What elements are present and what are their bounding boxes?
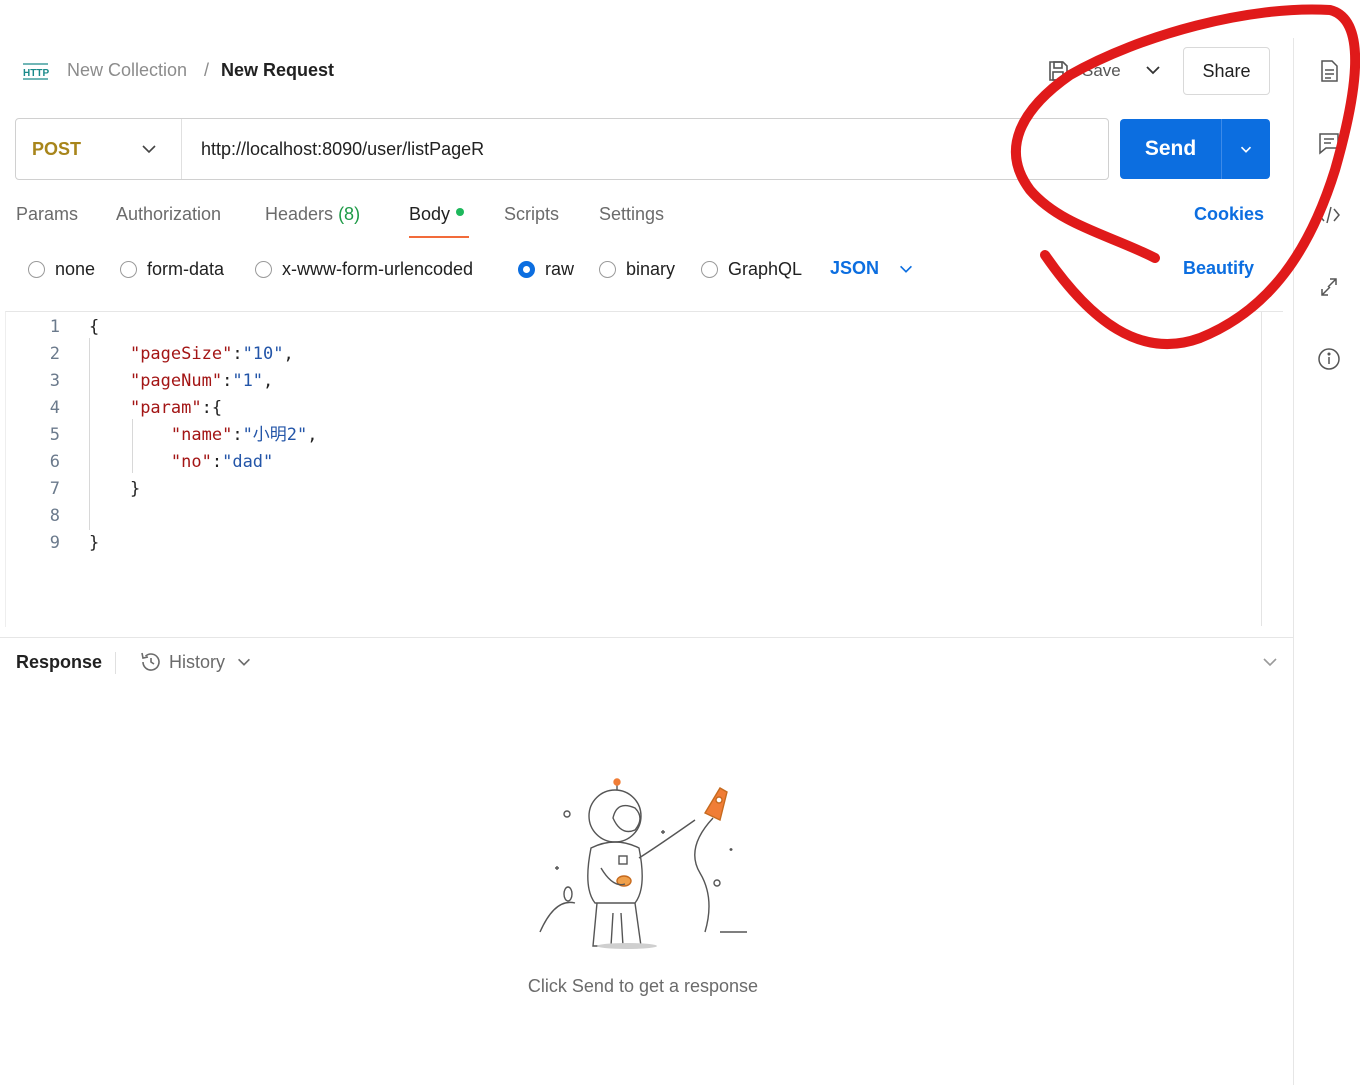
line-number: 8 [49, 506, 60, 526]
tab-body[interactable]: Body [409, 204, 465, 225]
line-number: 3 [49, 371, 60, 391]
radio-icon[interactable] [28, 260, 45, 278]
svg-text:HTTP: HTTP [23, 68, 49, 79]
radio-checked-icon[interactable] [518, 260, 535, 278]
line-number: 1 [49, 317, 60, 337]
chevron-down-icon [900, 265, 913, 273]
line-number: 6 [49, 452, 60, 472]
send-label[interactable]: Send [1120, 119, 1222, 179]
line-numbers: 1 2 3 4 5 6 7 8 9 [20, 314, 60, 557]
body-type-label: GraphQL [728, 258, 803, 279]
url-input[interactable] [182, 119, 1108, 179]
empty-response-message: Click Send to get a response [527, 976, 759, 996]
response-title: Response [16, 652, 103, 672]
collapse-response-chevron-icon[interactable] [1260, 652, 1280, 672]
headers-count-badge: (8) [338, 204, 361, 224]
code-line[interactable]: "name":"小明2", [89, 422, 318, 449]
raw-format-select[interactable]: JSON [830, 258, 915, 279]
code-line[interactable]: } [89, 530, 318, 557]
line-number: 2 [49, 344, 60, 364]
astronaut-illustration [539, 778, 747, 949]
save-options-chevron-icon[interactable] [1143, 60, 1163, 80]
line-number: 4 [49, 398, 60, 418]
breadcrumb-separator: / [204, 60, 210, 80]
radio-icon[interactable] [599, 260, 616, 278]
cookies-link[interactable]: Cookies [1194, 204, 1264, 225]
http-icon: HTTP [23, 63, 49, 80]
tab-settings[interactable]: Settings [599, 204, 664, 225]
code-line[interactable]: "no":"dad" [89, 449, 318, 476]
request-title[interactable]: New Request [221, 60, 334, 81]
code-lines[interactable]: { "pageSize":"10", "pageNum":"1", "param… [89, 314, 318, 557]
body-type-urlencoded[interactable]: x-www-form-urlencoded [255, 257, 473, 281]
body-type-none[interactable]: none [28, 257, 95, 281]
body-type-label: form-data [147, 258, 225, 279]
chevron-down-icon [142, 145, 156, 154]
body-modified-dot [456, 208, 465, 217]
divider [115, 652, 116, 674]
documentation-icon[interactable] [1316, 58, 1342, 84]
body-type-binary[interactable]: binary [599, 257, 675, 281]
response-divider[interactable] [0, 637, 1293, 638]
code-line[interactable]: } [89, 476, 318, 503]
body-type-label: none [55, 258, 96, 279]
body-type-raw[interactable]: raw [518, 257, 574, 281]
history-label: History [169, 651, 226, 672]
method-select[interactable]: POST [16, 119, 182, 179]
tab-headers[interactable]: Headers (8) [265, 204, 360, 225]
share-button[interactable]: Share [1183, 47, 1270, 95]
request-url-bar: POST [15, 118, 1109, 180]
save-label: Save [1082, 61, 1121, 80]
tab-scripts[interactable]: Scripts [504, 204, 559, 225]
code-line[interactable]: { [89, 314, 318, 341]
line-number: 9 [49, 533, 60, 553]
breadcrumb-collection[interactable]: New Collection [67, 60, 187, 81]
code-line[interactable]: "pageNum":"1", [89, 368, 318, 395]
send-options-button[interactable] [1222, 119, 1270, 179]
tab-authorization[interactable]: Authorization [116, 204, 221, 225]
chevron-down-icon [1240, 146, 1252, 153]
comments-icon[interactable] [1316, 130, 1342, 156]
body-type-form-data[interactable]: form-data [120, 257, 224, 281]
body-type-label: binary [626, 258, 676, 279]
tab-headers-label: Headers [265, 204, 334, 224]
raw-format-label: JSON [830, 258, 880, 278]
active-tab-indicator [409, 236, 469, 238]
line-number: 7 [49, 479, 60, 499]
body-type-label: x-www-form-urlencoded [282, 258, 474, 279]
code-icon[interactable] [1316, 202, 1342, 228]
editor-scrollbar[interactable] [1261, 312, 1283, 626]
line-number: 5 [49, 425, 60, 445]
body-type-graphql[interactable]: GraphQL [701, 257, 802, 281]
info-icon[interactable] [1316, 346, 1342, 372]
radio-icon[interactable] [701, 260, 718, 278]
history-icon [141, 652, 160, 671]
code-line[interactable]: "pageSize":"10", [89, 341, 318, 368]
save-button[interactable]: Save [1044, 52, 1121, 90]
related-requests-icon[interactable] [1316, 274, 1342, 300]
method-label: POST [32, 138, 82, 159]
save-icon [1044, 57, 1072, 85]
radio-icon[interactable] [255, 260, 272, 278]
tab-body-label: Body [409, 204, 451, 224]
tab-params[interactable]: Params [16, 204, 78, 225]
radio-icon[interactable] [120, 260, 137, 278]
right-sidebar-divider [1293, 38, 1294, 1085]
code-line[interactable] [89, 503, 318, 530]
history-dropdown[interactable]: History [139, 650, 253, 674]
body-type-label: raw [545, 258, 575, 279]
chevron-down-icon [238, 658, 250, 666]
code-line[interactable]: "param":{ [89, 395, 318, 422]
beautify-button[interactable]: Beautify [1183, 258, 1254, 279]
send-button[interactable]: Send [1120, 119, 1270, 179]
